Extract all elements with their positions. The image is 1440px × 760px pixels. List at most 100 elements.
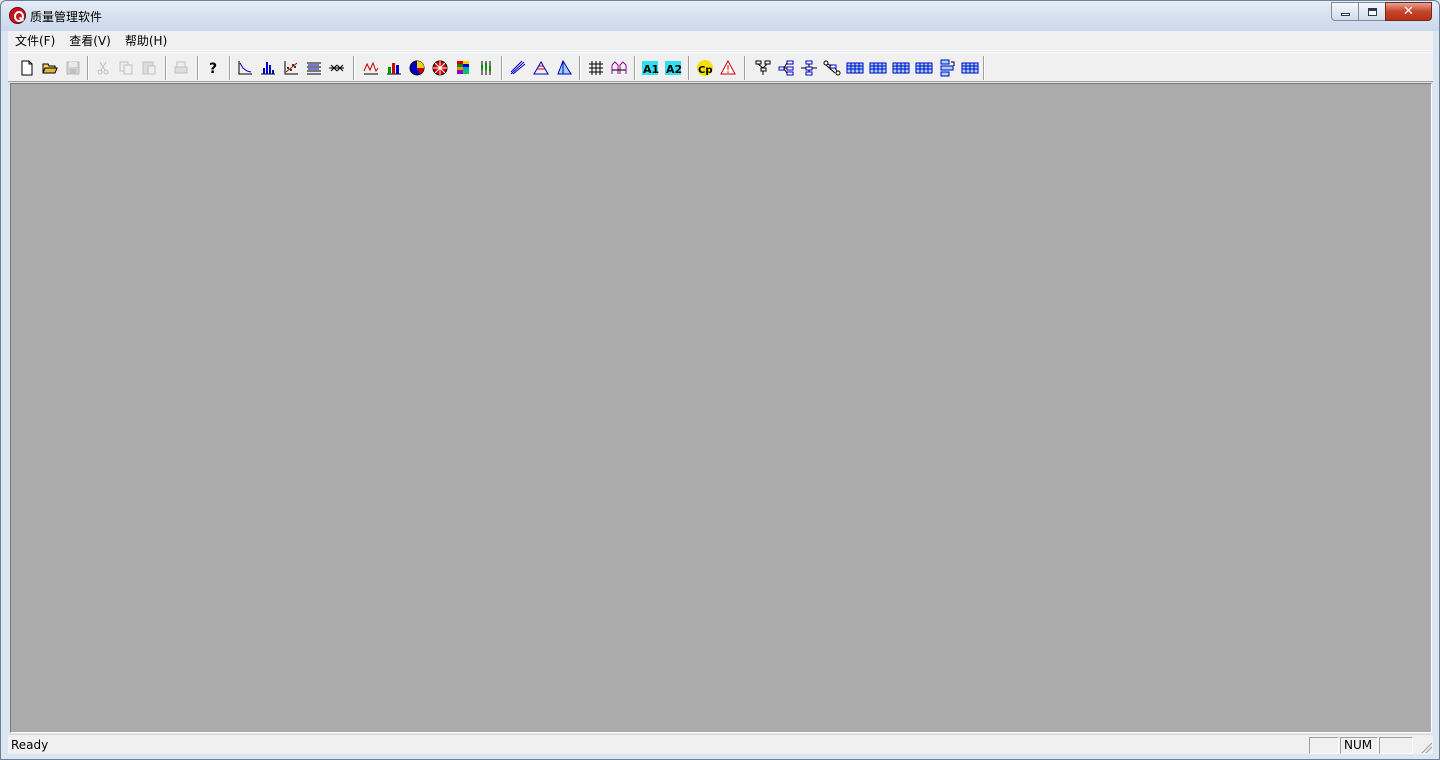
color-grid-button[interactable] [452, 57, 473, 78]
table-4-icon [915, 62, 932, 73]
scatter-plot-icon [284, 60, 298, 74]
fishbone-diagram-button[interactable] [326, 57, 347, 78]
warning-button[interactable] [717, 57, 738, 78]
table-3-icon [892, 62, 909, 73]
scatter-plot-button[interactable] [280, 57, 301, 78]
maximize-icon [1367, 7, 1377, 16]
warning-triangle-icon [719, 59, 736, 74]
table-5-button[interactable] [959, 57, 980, 78]
stratification-icon [306, 62, 321, 74]
new-document-button[interactable] [16, 57, 37, 78]
copy-button[interactable] [115, 57, 136, 78]
print-button[interactable] [170, 57, 191, 78]
status-pane-caps [1309, 737, 1339, 754]
a1-button[interactable]: A1 [639, 57, 660, 78]
regression-line-button[interactable] [507, 57, 528, 78]
bar-chart-button[interactable] [383, 57, 404, 78]
control-chart-button[interactable] [608, 57, 629, 78]
box-plot-button[interactable] [475, 57, 496, 78]
resize-grip-icon[interactable] [1420, 741, 1432, 753]
app-logo-icon[interactable] [9, 7, 26, 24]
a2-button[interactable]: A2 [662, 57, 683, 78]
pareto-chart-icon [238, 60, 252, 74]
table-1-button[interactable] [844, 57, 865, 78]
pdpc-diagram-icon [940, 59, 954, 76]
pdpc-diagram-button[interactable] [936, 57, 957, 78]
color-grid-icon [456, 60, 469, 74]
control-chart-icon [611, 60, 626, 74]
paste-button[interactable] [138, 57, 159, 78]
toolbar-separator [165, 56, 167, 80]
tree-diagram-icon [755, 60, 770, 75]
regression-line-icon [510, 60, 525, 74]
triangle-chart-button[interactable] [553, 57, 574, 78]
toolbar-separator [983, 56, 985, 80]
radar-chart-icon [432, 60, 447, 75]
table-5-icon [961, 62, 978, 73]
help-button[interactable]: ? [202, 57, 223, 78]
pareto-chart-button[interactable] [234, 57, 255, 78]
network-diagram-icon [800, 60, 817, 75]
surface-chart-button[interactable] [530, 57, 551, 78]
close-button[interactable]: ✕ [1385, 2, 1432, 21]
cut-button[interactable] [92, 57, 113, 78]
toolbar-separator [579, 56, 581, 80]
menu-bar: 文件(F) 查看(V) 帮助(H) [8, 31, 1433, 51]
line-chart-icon [363, 61, 378, 74]
table-2-icon [869, 62, 886, 73]
mdi-client-area[interactable] [10, 83, 1432, 733]
histogram-icon [260, 61, 275, 74]
paste-icon [142, 61, 155, 74]
pie-chart-button[interactable] [406, 57, 427, 78]
window-title: 质量管理软件 [30, 10, 103, 24]
toolbar-separator [634, 56, 636, 80]
table-2-button[interactable] [867, 57, 888, 78]
radar-chart-button[interactable] [429, 57, 450, 78]
open-button[interactable] [39, 57, 60, 78]
toolbar-separator [197, 56, 199, 80]
triangle-chart-icon [556, 59, 572, 74]
menu-file[interactable]: 文件(F) [8, 32, 62, 50]
cp-button[interactable]: Cp [694, 57, 715, 78]
relation-diagram-icon [778, 60, 793, 75]
toolbar-separator [353, 56, 355, 80]
menu-view[interactable]: 查看(V) [62, 32, 118, 50]
table-3-button[interactable] [890, 57, 911, 78]
pie-chart-icon [409, 60, 424, 75]
stratification-button[interactable] [303, 57, 324, 78]
table-4-button[interactable] [913, 57, 934, 78]
toolbar: ? A1 A2 Cp [8, 52, 1433, 82]
toolbar-separator [87, 56, 89, 80]
bar-chart-icon [386, 62, 401, 74]
menu-help[interactable]: 帮助(H) [118, 32, 174, 50]
fishbone-diagram-icon [328, 64, 344, 71]
svg-text:?: ? [209, 61, 217, 77]
tree-diagram-button[interactable] [752, 57, 773, 78]
toolbar-separator [229, 56, 231, 80]
network-diagram-button[interactable] [798, 57, 819, 78]
arrow-diagram-button[interactable] [821, 57, 842, 78]
status-pane-scroll [1379, 737, 1413, 754]
histogram-button[interactable] [257, 57, 278, 78]
title-bar[interactable]: 质量管理软件 ✕ [1, 1, 1439, 31]
box-plot-icon [480, 60, 491, 75]
status-text: Ready [11, 738, 49, 752]
line-chart-button[interactable] [360, 57, 381, 78]
main-window: 质量管理软件 ✕ 文件(F) 查看(V) 帮助(H) ? A1 A2 Cp Re… [0, 0, 1440, 760]
svg-text:A2: A2 [666, 63, 682, 76]
surface-chart-icon [532, 60, 549, 74]
cut-icon [97, 61, 108, 74]
new-document-icon [21, 60, 32, 75]
matrix-button[interactable] [585, 57, 606, 78]
maximize-button[interactable] [1358, 2, 1385, 21]
minimize-icon [1340, 13, 1350, 16]
relation-diagram-button[interactable] [775, 57, 796, 78]
print-icon [174, 61, 187, 73]
minimize-button[interactable] [1331, 2, 1358, 21]
save-icon [66, 61, 79, 74]
help-icon: ? [209, 61, 217, 77]
save-button[interactable] [62, 57, 83, 78]
copy-icon [119, 61, 132, 74]
a1-icon: A1 [641, 60, 659, 76]
svg-text:Cp: Cp [698, 65, 713, 76]
